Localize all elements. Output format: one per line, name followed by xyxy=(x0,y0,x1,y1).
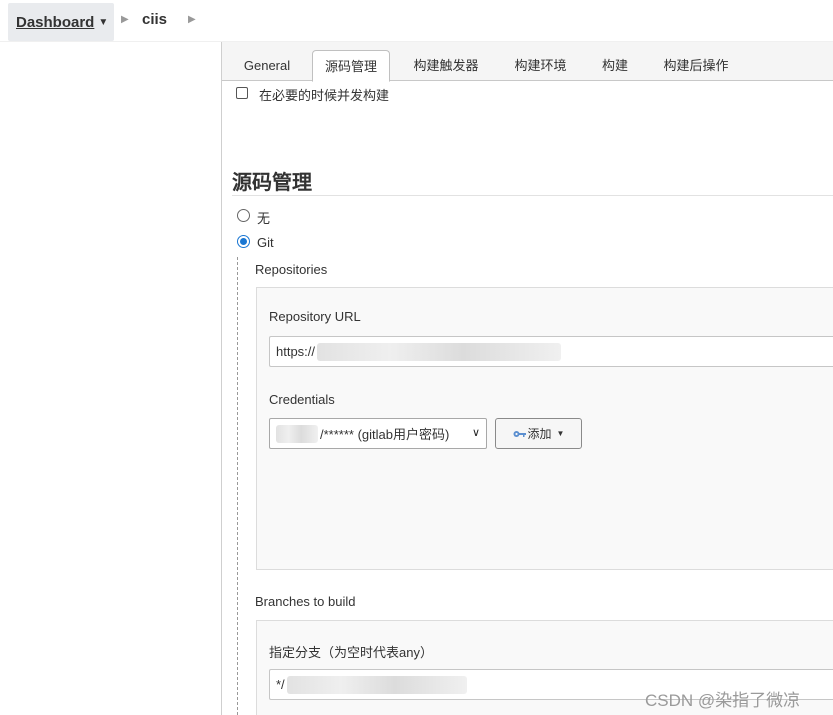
breadcrumb: Dashboard ▼ ▶ ciis ▶ xyxy=(0,0,833,42)
branch-specifier-value: */ xyxy=(276,677,285,692)
concurrent-build-label[interactable]: 在必要的时候并发构建 xyxy=(259,85,389,104)
divider xyxy=(221,42,222,715)
section-divider xyxy=(232,195,833,196)
scm-none-label[interactable]: 无 xyxy=(257,208,270,227)
scm-none-radio[interactable] xyxy=(237,209,250,222)
chevron-down-icon[interactable]: ▼ xyxy=(98,17,108,28)
repository-url-label: Repository URL xyxy=(269,309,361,324)
branches-to-build-label: Branches to build xyxy=(255,594,356,609)
caret-down-icon: ▼ xyxy=(556,429,565,438)
key-icon xyxy=(513,430,526,438)
redacted-text xyxy=(286,675,467,694)
scm-git-radio[interactable] xyxy=(237,235,250,248)
breadcrumb-separator-icon[interactable]: ▶ xyxy=(188,14,196,25)
breadcrumb-separator-icon[interactable]: ▶ xyxy=(121,14,129,25)
branch-specifier-label: 指定分支（为空时代表any） xyxy=(269,645,433,660)
tab-post-build-actions[interactable]: 构建后操作 xyxy=(652,50,740,81)
tab-build-triggers[interactable]: 构建触发器 xyxy=(402,50,490,81)
repositories-label: Repositories xyxy=(255,262,328,277)
section-title-scm: 源码管理 xyxy=(232,172,312,194)
redacted-text xyxy=(317,342,562,361)
tab-build-environment[interactable]: 构建环境 xyxy=(503,50,578,81)
add-credentials-button[interactable]: 添加 ▼ xyxy=(495,418,582,449)
add-credentials-label: 添加 xyxy=(527,427,552,441)
repository-url-input[interactable]: https:// xyxy=(269,336,833,367)
breadcrumb-job[interactable]: ciis xyxy=(142,11,167,28)
watermark: CSDN @染指了微凉 xyxy=(645,691,801,710)
tab-build[interactable]: 构建 xyxy=(591,50,639,81)
credentials-value: /****** (gitlab用户密码) xyxy=(320,427,450,442)
git-options-guide xyxy=(237,257,238,715)
config-tab-bar: General 源码管理 构建触发器 构建环境 构建 构建后操作 xyxy=(222,42,833,82)
concurrent-build-checkbox[interactable] xyxy=(236,87,248,99)
breadcrumb-dashboard-label[interactable]: Dashboard xyxy=(16,14,94,31)
side-panel xyxy=(0,42,221,715)
credentials-select[interactable]: /****** (gitlab用户密码) ∨ xyxy=(269,418,487,449)
tab-source-code-management[interactable]: 源码管理 xyxy=(312,50,390,82)
breadcrumb-dashboard[interactable]: Dashboard ▼ xyxy=(8,3,114,41)
redacted-text xyxy=(276,424,318,443)
repository-url-value: https:// xyxy=(276,344,316,359)
credentials-label: Credentials xyxy=(269,392,335,407)
tab-general[interactable]: General xyxy=(234,50,300,81)
scm-git-label[interactable]: Git xyxy=(257,235,274,250)
chevron-down-icon: ∨ xyxy=(471,427,480,439)
